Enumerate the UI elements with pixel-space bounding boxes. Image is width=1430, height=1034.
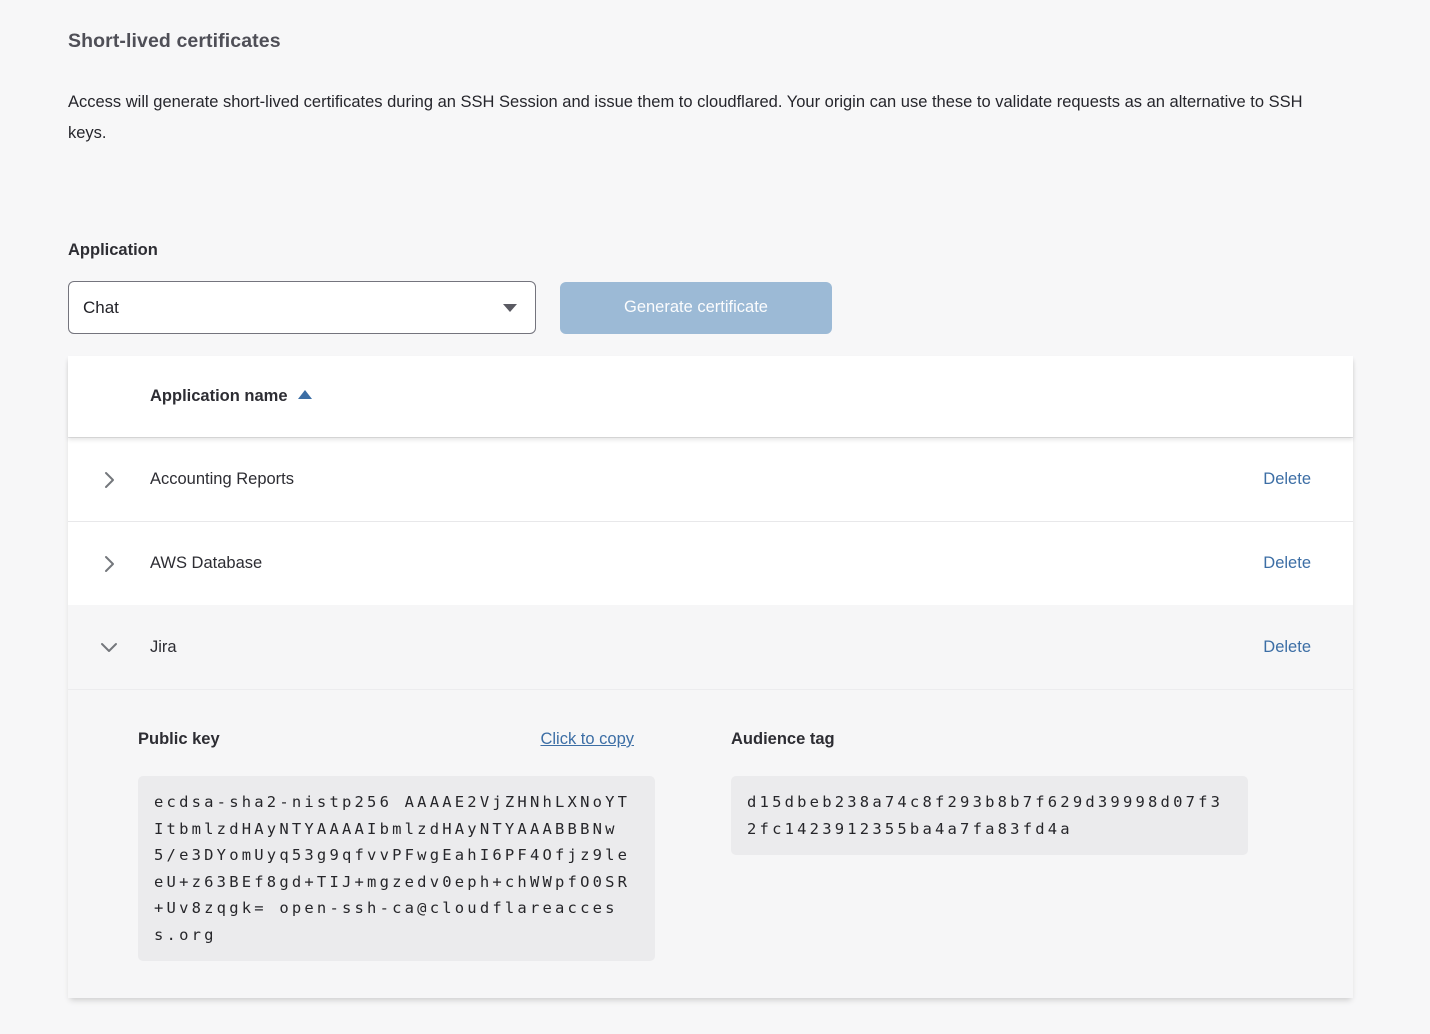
delete-link[interactable]: Delete bbox=[1263, 638, 1311, 657]
click-to-copy-link[interactable]: Click to copy bbox=[540, 730, 634, 749]
caret-down-icon bbox=[503, 304, 517, 312]
page-description: Access will generate short-lived certifi… bbox=[68, 87, 1340, 149]
column-header-label: Application name bbox=[150, 387, 288, 405]
chevron-right-icon bbox=[98, 553, 120, 575]
application-select-value: Chat bbox=[83, 298, 503, 318]
table-header-row: Application name bbox=[68, 356, 1353, 437]
application-name: Jira bbox=[150, 638, 1263, 657]
public-key-value[interactable]: ecdsa-sha2-nistp256 AAAAE2VjZHNhLXNoYTIt… bbox=[138, 776, 655, 961]
audience-tag-label: Audience tag bbox=[731, 730, 835, 749]
table-row-expanded: Jira Delete bbox=[68, 605, 1353, 689]
application-label: Application bbox=[68, 241, 1353, 260]
application-select[interactable]: Chat bbox=[68, 281, 536, 334]
column-header-application-name[interactable]: Application name bbox=[150, 387, 312, 406]
public-key-label: Public key bbox=[138, 730, 220, 749]
audience-tag-value[interactable]: d15dbeb238a74c8f293b8b7f629d39998d07f32f… bbox=[731, 776, 1248, 855]
certificate-detail-panel: Public key Click to copy ecdsa-sha2-nist… bbox=[68, 689, 1353, 998]
expand-row-button[interactable] bbox=[68, 553, 150, 575]
sort-ascending-icon bbox=[298, 390, 312, 399]
applications-table: Application name Accounting Reports Dele… bbox=[68, 356, 1353, 998]
generate-certificate-button[interactable]: Generate certificate bbox=[560, 282, 832, 334]
collapse-row-button[interactable] bbox=[68, 636, 150, 658]
page-title: Short-lived certificates bbox=[68, 0, 1353, 53]
table-row: Accounting Reports Delete bbox=[68, 437, 1353, 521]
application-name: AWS Database bbox=[150, 554, 1263, 573]
expanded-row-section: Jira Delete Public key Click to copy ecd… bbox=[68, 605, 1353, 998]
short-lived-certificates-section: Short-lived certificates Access will gen… bbox=[68, 0, 1353, 998]
public-key-column: Public key Click to copy ecdsa-sha2-nist… bbox=[138, 730, 655, 968]
application-name: Accounting Reports bbox=[150, 470, 1263, 489]
generate-certificate-form: Application Chat Generate certificate bbox=[68, 241, 1353, 334]
expand-row-button[interactable] bbox=[68, 469, 150, 491]
audience-tag-column: Audience tag d15dbeb238a74c8f293b8b7f629… bbox=[731, 730, 1248, 968]
delete-link[interactable]: Delete bbox=[1263, 554, 1311, 573]
chevron-right-icon bbox=[98, 469, 120, 491]
delete-link[interactable]: Delete bbox=[1263, 470, 1311, 489]
chevron-down-icon bbox=[98, 636, 120, 658]
table-row: AWS Database Delete bbox=[68, 521, 1353, 605]
